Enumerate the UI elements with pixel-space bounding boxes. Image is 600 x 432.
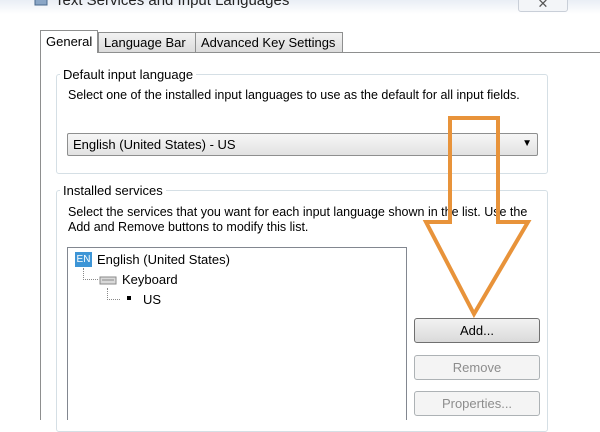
default-language-value: English (United States) - US: [73, 137, 236, 152]
installed-services-legend: Installed services: [60, 183, 166, 198]
default-language-select[interactable]: English (United States) - US ▼: [67, 133, 538, 156]
close-icon: ✕: [537, 0, 549, 11]
remove-button[interactable]: Remove: [414, 355, 540, 380]
tab-advanced-key-settings[interactable]: Advanced Key Settings: [195, 32, 343, 52]
add-button[interactable]: Add...: [414, 318, 540, 343]
default-language-description: Select one of the installed input langua…: [68, 88, 520, 102]
installed-services-description: Select the services that you want for ea…: [68, 205, 528, 234]
window-edge: [0, 0, 30, 419]
keyboard-icon: [34, 0, 48, 6]
language-badge: EN: [75, 252, 92, 267]
tree-item-keyboard[interactable]: Keyboard: [122, 272, 178, 287]
tree-connector: [83, 268, 98, 280]
tree-item-layout[interactable]: US: [143, 292, 161, 307]
tab-language-bar[interactable]: Language Bar: [98, 32, 197, 52]
window-title: Text Services and Input Languages: [55, 0, 290, 9]
chevron-down-icon: ▼: [522, 138, 532, 149]
tree-item-language[interactable]: English (United States): [97, 252, 230, 267]
installed-services-tree[interactable]: [67, 247, 407, 420]
keyboard-icon: [99, 276, 117, 285]
bullet-icon: [127, 296, 131, 300]
title-bar: Text Services and Input Languages ✕: [0, 0, 600, 14]
tab-general[interactable]: General: [40, 30, 98, 53]
properties-button[interactable]: Properties...: [414, 391, 540, 416]
tree-connector: [107, 288, 120, 300]
close-button[interactable]: ✕: [518, 0, 568, 12]
default-language-legend: Default input language: [60, 67, 197, 82]
